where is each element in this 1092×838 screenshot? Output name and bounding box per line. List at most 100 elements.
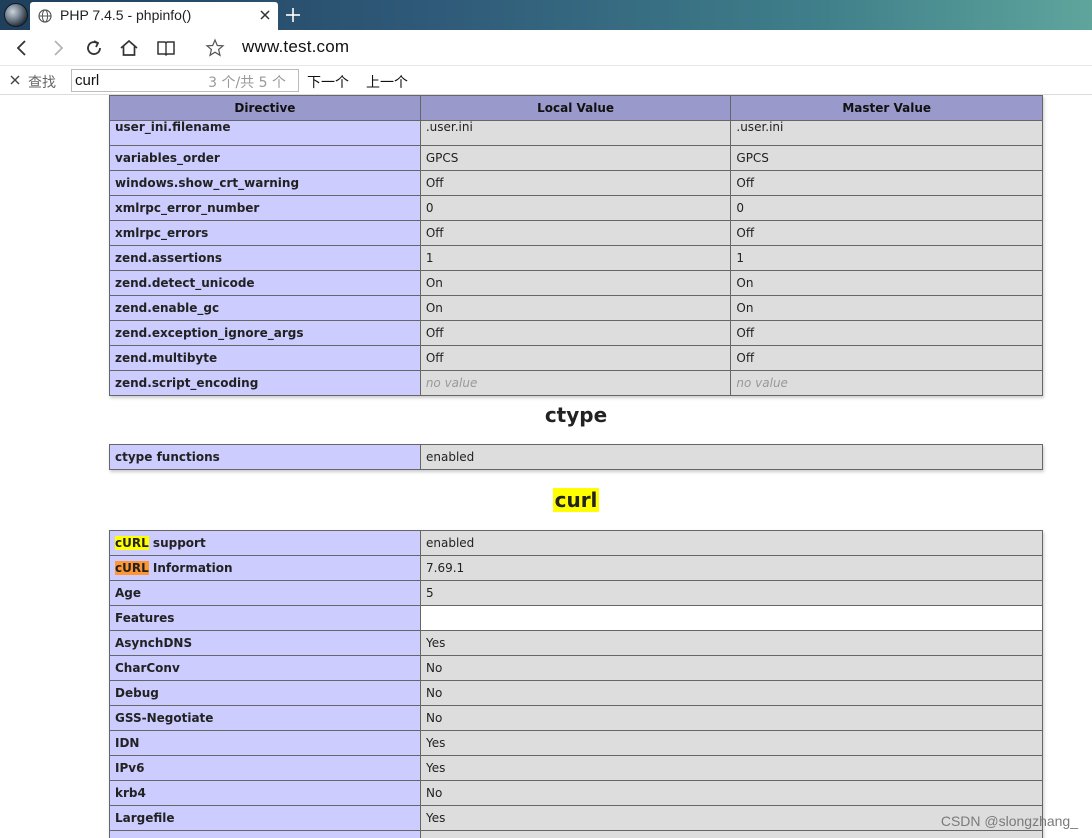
table-row: IDN Yes	[109, 730, 1043, 756]
find-bar: 查找 3 个/共 5 个 下一个 上一个	[0, 65, 1092, 95]
column-header: Local Value	[419, 95, 732, 121]
find-label: 查找	[28, 75, 56, 91]
browser-tab[interactable]: PHP 7.4.5 - phpinfo()	[30, 2, 278, 30]
table-row: Debug No	[109, 680, 1043, 706]
directive-value: enabled	[420, 530, 1043, 556]
directive-name-text: Information	[148, 561, 233, 575]
directive-name: IPv6	[109, 755, 421, 781]
table-row: zend.assertions 1 1	[109, 245, 1043, 271]
find-next-button[interactable]: 下一个	[307, 72, 349, 92]
directive-name: IDN	[109, 730, 421, 756]
directive-value	[420, 830, 1043, 838]
directive-name-text: support	[148, 536, 206, 550]
local-value: Off	[419, 220, 732, 246]
directive-name: zend.enable_gc	[109, 295, 421, 321]
directive-name: zend.exception_ignore_args	[109, 320, 421, 346]
find-field[interactable]: 3 个/共 5 个	[71, 69, 299, 92]
table-header-row: Directive Local Value Master Value	[109, 95, 1043, 121]
forward-icon[interactable]	[48, 38, 68, 58]
table-row: cURL Information 7.69.1	[109, 555, 1043, 581]
master-value: no value	[730, 370, 1043, 396]
local-value: Off	[419, 345, 732, 371]
table-row: zend.detect_unicode On On	[109, 270, 1043, 296]
tab-strip: PHP 7.4.5 - phpinfo()	[0, 0, 1092, 30]
local-value: no value	[419, 370, 732, 396]
table-row: AsynchDNS Yes	[109, 630, 1043, 656]
directive-name: Debug	[109, 680, 421, 706]
master-value: GPCS	[730, 145, 1043, 171]
master-value: On	[730, 295, 1043, 321]
directive-name: GSS-Negotiate	[109, 705, 421, 731]
reload-icon[interactable]	[84, 38, 104, 58]
new-tab-icon[interactable]	[284, 6, 302, 24]
tab-title: PHP 7.4.5 - phpinfo()	[60, 7, 192, 23]
table-row: user_ini.filename .user.ini .user.ini	[109, 120, 1043, 146]
local-value: On	[419, 295, 732, 321]
back-icon[interactable]	[12, 38, 32, 58]
watermark: CSDN @slongzhang_	[940, 813, 1078, 829]
directive-value: Yes	[420, 730, 1043, 756]
find-current-highlight: cURL	[115, 561, 149, 575]
find-match-count: 3 个/共 5 个	[208, 75, 286, 91]
directive-name: Age	[109, 580, 421, 606]
table-row: Largefile Yes	[109, 805, 1043, 831]
table-row: xmlrpc_errors Off Off	[109, 220, 1043, 246]
table-row: windows.show_crt_warning Off Off	[109, 170, 1043, 196]
master-value: .user.ini	[730, 120, 1043, 146]
directive-value: enabled	[420, 444, 1043, 470]
directive-name: user_ini.filename	[109, 120, 421, 146]
table-row: krb4 No	[109, 780, 1043, 806]
directive-name: ctype functions	[109, 444, 421, 470]
directive-name: Features	[109, 605, 421, 631]
local-value: GPCS	[419, 145, 732, 171]
directive-name: windows.show_crt_warning	[109, 170, 421, 196]
globe-icon	[38, 9, 52, 23]
directive-name: AsynchDNS	[109, 630, 421, 656]
section-title-ctype: ctype	[109, 403, 1043, 427]
master-value: Off	[730, 220, 1043, 246]
directive-name: zend.assertions	[109, 245, 421, 271]
directive-name: zend.script_encoding	[109, 370, 421, 396]
master-value: 0	[730, 195, 1043, 221]
navigation-bar: www.test.com	[0, 30, 1092, 65]
local-value: 1	[419, 245, 732, 271]
table-row: zend.exception_ignore_args Off Off	[109, 320, 1043, 346]
directive-value: 7.69.1	[420, 555, 1043, 581]
curl-table: cURL support enabled cURL Information 7.…	[109, 530, 1043, 838]
page-content: Directive Local Value Master Value user_…	[0, 95, 1092, 838]
table-row: Features	[109, 605, 1043, 631]
close-find-icon[interactable]	[10, 75, 20, 85]
table-row: zend.script_encoding no value no value	[109, 370, 1043, 396]
directive-name: variables_order	[109, 145, 421, 171]
directive-name	[109, 830, 421, 838]
directive-name: Largefile	[109, 805, 421, 831]
favorite-star-icon[interactable]	[205, 38, 225, 58]
home-icon[interactable]	[119, 38, 139, 58]
find-input[interactable]	[75, 71, 195, 90]
find-prev-button[interactable]: 上一个	[366, 72, 408, 92]
directive-name: krb4	[109, 780, 421, 806]
no-value-text: no value	[736, 376, 788, 390]
master-value: 1	[730, 245, 1043, 271]
user-avatar[interactable]	[4, 3, 28, 27]
directive-value	[420, 605, 1043, 631]
table-row	[109, 830, 1043, 838]
section-title-text: ctype	[544, 403, 608, 427]
master-value: On	[730, 270, 1043, 296]
directive-value: No	[420, 780, 1043, 806]
directive-name: xmlrpc_error_number	[109, 195, 421, 221]
address-bar[interactable]: www.test.com	[242, 37, 349, 57]
directive-value: No	[420, 655, 1043, 681]
reading-view-icon[interactable]	[156, 38, 176, 58]
local-value: On	[419, 270, 732, 296]
master-value: Off	[730, 170, 1043, 196]
directive-name: cURL support	[109, 530, 421, 556]
table-row: cURL support enabled	[109, 530, 1043, 556]
table-row: zend.enable_gc On On	[109, 295, 1043, 321]
directive-name: CharConv	[109, 655, 421, 681]
master-value: Off	[730, 345, 1043, 371]
close-tab-icon[interactable]	[258, 8, 272, 22]
local-value: 0	[419, 195, 732, 221]
ctype-table: ctype functions enabled	[109, 444, 1043, 470]
section-title-curl: curl	[109, 488, 1043, 512]
